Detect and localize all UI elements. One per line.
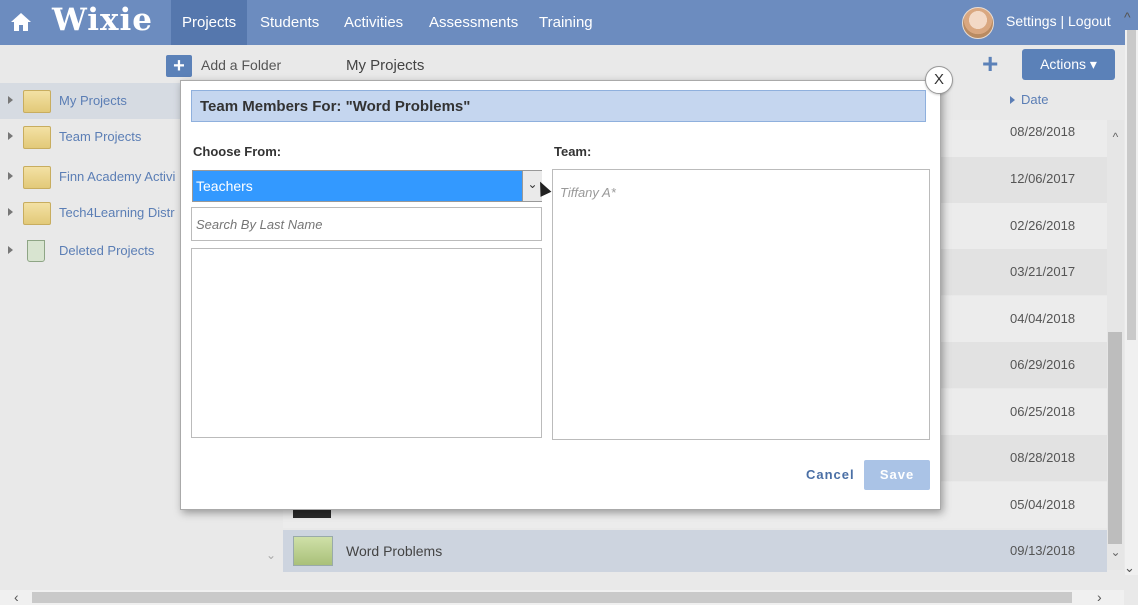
search-last-name-input[interactable] [191, 207, 542, 241]
expand-triangle-icon[interactable] [8, 246, 13, 254]
choose-from-list[interactable] [191, 248, 542, 438]
scroll-right-arrow-icon[interactable]: › [1097, 589, 1102, 605]
expand-triangle-icon[interactable] [8, 96, 13, 104]
expand-triangle-icon[interactable] [8, 172, 13, 180]
team-member-list[interactable] [552, 169, 930, 440]
nav-students[interactable]: Students [249, 0, 330, 45]
folder-icon [23, 90, 51, 113]
wixie-logo[interactable]: Wixie [52, 2, 153, 38]
folder-icon [23, 202, 51, 225]
row-date: 06/25/2018 [1010, 404, 1076, 419]
list-scrollbar-thumb[interactable] [1108, 332, 1122, 544]
row-date: 09/13/2018 [1010, 543, 1076, 558]
page-scroll-up-icon[interactable]: ^ [1124, 9, 1138, 25]
project-thumbnail[interactable] [293, 536, 333, 566]
user-avatar[interactable] [962, 7, 994, 39]
expand-triangle-icon[interactable] [8, 132, 13, 140]
home-icon[interactable] [9, 11, 33, 33]
nav-training[interactable]: Training [528, 0, 604, 45]
folder-icon [23, 166, 51, 189]
sort-triangle-icon [1010, 96, 1015, 104]
row-date: 12/06/2017 [1010, 171, 1076, 186]
date-column-header[interactable]: Date [1021, 92, 1048, 107]
row-date: 08/28/2018 [1010, 124, 1076, 139]
add-folder-button[interactable]: Add a Folder [201, 57, 281, 73]
page-title: My Projects [346, 57, 425, 74]
scroll-down-arrow-icon[interactable]: ⌄ [1107, 545, 1124, 559]
nav-projects[interactable]: Projects [171, 0, 248, 45]
actions-dropdown-button[interactable]: Actions ▾ [1022, 49, 1115, 80]
close-dialog-button[interactable]: X [925, 66, 953, 94]
dialog-title: Team Members For: "Word Problems" [191, 90, 926, 122]
scroll-up-arrow-icon[interactable]: ^ [1107, 130, 1124, 144]
sidebar-item-label: Tech4Learning Distr [59, 205, 175, 220]
nav-assessments[interactable]: Assessments [418, 0, 529, 45]
trash-icon [27, 240, 45, 262]
sidebar-item-label: Deleted Projects [59, 243, 155, 258]
page-horizontal-scrollbar-thumb[interactable] [32, 592, 1072, 603]
choose-from-selected-value[interactable]: Teachers [193, 171, 522, 201]
add-folder-icon[interactable]: + [166, 55, 192, 77]
choose-from-label: Choose From: [193, 144, 282, 159]
chevron-down-icon[interactable]: ⌄ [266, 548, 276, 562]
row-date: 05/04/2018 [1010, 497, 1076, 512]
settings-logout-links[interactable]: Settings | Logout [1006, 0, 1111, 43]
expand-triangle-icon[interactable] [8, 208, 13, 216]
nav-activities[interactable]: Activities [333, 0, 414, 45]
team-member-item[interactable]: Tiffany A* [560, 185, 616, 200]
sidebar-item-label: Team Projects [59, 129, 142, 144]
sidebar-item-label: My Projects [59, 93, 127, 108]
page-vertical-scrollbar-thumb[interactable] [1127, 30, 1136, 340]
new-project-plus-icon[interactable]: + [982, 50, 1006, 78]
row-date: 04/04/2018 [1010, 311, 1076, 326]
row-project-name[interactable]: Word Problems [346, 543, 442, 559]
scroll-left-arrow-icon[interactable]: ‹ [14, 589, 19, 605]
row-date: 08/28/2018 [1010, 450, 1076, 465]
row-date: 03/21/2017 [1010, 264, 1076, 279]
row-date: 06/29/2016 [1010, 357, 1076, 372]
page-scroll-down-icon[interactable]: ⌄ [1124, 560, 1135, 576]
folder-icon [23, 126, 51, 149]
row-date: 02/26/2018 [1010, 218, 1076, 233]
sidebar-item-label: Finn Academy Activi [59, 169, 176, 184]
save-button[interactable]: Save [864, 460, 930, 490]
cancel-button[interactable]: Cancel [806, 467, 855, 482]
team-label: Team: [554, 144, 592, 159]
